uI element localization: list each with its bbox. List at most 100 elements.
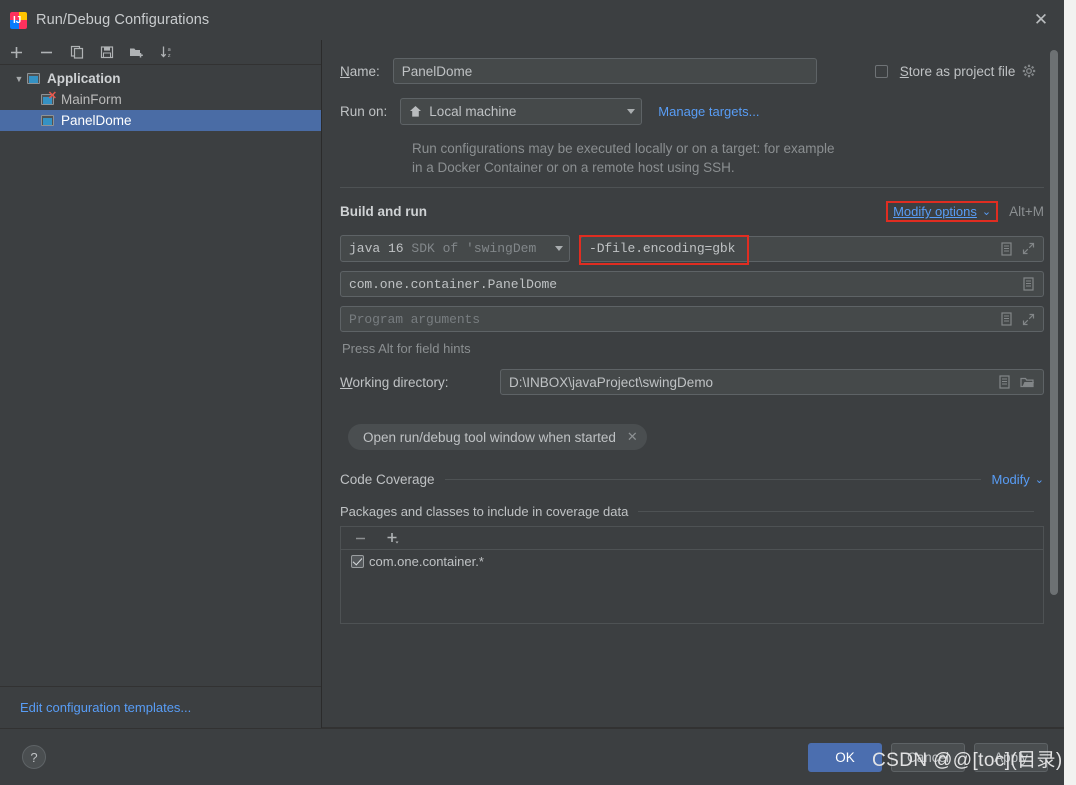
- divider: [444, 479, 982, 480]
- vm-options-value: -Dfile.encoding=gbk: [589, 241, 736, 256]
- error-x-icon: ✕: [47, 89, 57, 102]
- tree-node-label: Application: [47, 71, 121, 86]
- document-list-icon[interactable]: [998, 375, 1011, 389]
- chevron-down-icon[interactable]: [555, 246, 563, 251]
- configuration-form: Name: PanelDome Store as project file Ru…: [322, 40, 1064, 727]
- folder-add-icon[interactable]: [128, 44, 145, 61]
- configurations-tree: ▼ Application ✕ MainForm PanelDome: [0, 65, 321, 686]
- store-as-project-file-row[interactable]: Store as project file: [874, 63, 1037, 79]
- main-class-value: com.one.container.PanelDome: [349, 276, 557, 292]
- cancel-button[interactable]: Cancel: [891, 742, 965, 772]
- tree-node-paneldome[interactable]: PanelDome: [0, 110, 321, 131]
- edit-configuration-templates-link[interactable]: Edit configuration templates...: [20, 700, 191, 715]
- working-directory-row: Working directory: D:\INBOX\javaProject\…: [340, 369, 1044, 395]
- program-arguments-input[interactable]: Program arguments: [340, 306, 1044, 332]
- tree-node-label: MainForm: [61, 92, 122, 107]
- working-directory-label: Working directory:: [340, 374, 449, 390]
- manage-targets-link[interactable]: Manage targets...: [658, 104, 759, 119]
- desktop-background: [1064, 0, 1076, 785]
- divider: [638, 511, 1034, 512]
- field-hints-text: Press Alt for field hints: [342, 341, 471, 356]
- coverage-package-checkbox[interactable]: [351, 555, 364, 568]
- name-label: Name:: [340, 63, 380, 79]
- configurations-sidebar: a z ▼ Application ✕ MainForm PanelDome E…: [0, 40, 322, 728]
- apply-button[interactable]: Apply: [974, 742, 1048, 772]
- main-class-row: com.one.container.PanelDome: [340, 271, 1044, 297]
- chevron-down-icon[interactable]: ▼: [12, 74, 26, 84]
- dialog-title: Run/Debug Configurations: [36, 12, 210, 28]
- coverage-packages-listbox: com.one.container.*: [340, 526, 1044, 624]
- store-as-project-file-label: Store as project file: [899, 63, 1016, 79]
- document-list-icon[interactable]: [1000, 241, 1013, 256]
- chevron-down-icon[interactable]: ⌄: [1035, 473, 1044, 486]
- run-on-row: Run on: Local machine Manage targets...: [340, 98, 1044, 125]
- options-chips: Open run/debug tool window when started …: [340, 404, 1044, 472]
- build-and-run-title: Build and run: [340, 204, 427, 219]
- target-hint-text: Run configurations may be executed local…: [412, 141, 835, 175]
- document-list-icon[interactable]: [1000, 312, 1013, 326]
- intellij-idea-icon: IJ: [10, 11, 27, 29]
- copy-icon[interactable]: [68, 44, 85, 61]
- expand-icon[interactable]: [1022, 242, 1035, 255]
- working-directory-input[interactable]: D:\INBOX\javaProject\swingDemo: [500, 369, 1044, 395]
- application-error-icon: ✕: [40, 89, 57, 107]
- jdk-suffix: SDK of 'swingDem: [411, 241, 537, 256]
- tree-node-mainform[interactable]: ✕ MainForm: [0, 89, 321, 110]
- close-icon[interactable]: ✕: [1018, 0, 1064, 40]
- modify-options-link[interactable]: Modify options: [893, 204, 977, 219]
- save-icon[interactable]: [98, 44, 115, 61]
- dialog-body: a z ▼ Application ✕ MainForm PanelDome E…: [0, 40, 1064, 728]
- chip-label: Open run/debug tool window when started: [363, 429, 616, 445]
- jdk-value: java 16: [349, 241, 404, 256]
- modify-options-highlight: Modify options ⌄: [886, 201, 999, 222]
- tree-node-label: PanelDome: [61, 113, 132, 128]
- coverage-packages-subheader: Packages and classes to include in cover…: [340, 504, 1044, 519]
- plus-icon[interactable]: [8, 44, 25, 61]
- modify-options-shortcut: Alt+M: [1009, 204, 1044, 219]
- vm-options-input[interactable]: -Dfile.encoding=gbk: [579, 234, 1044, 265]
- build-and-run-header: Build and run Modify options ⌄ Alt+M: [340, 201, 1044, 222]
- coverage-list-toolbar: [341, 527, 1043, 550]
- jdk-and-vm-options-row: java 16 SDK of 'swingDem -Dfile.encoding…: [340, 234, 1044, 265]
- divider: [340, 187, 1044, 188]
- jdk-combobox[interactable]: java 16 SDK of 'swingDem: [340, 235, 570, 262]
- main-class-input[interactable]: com.one.container.PanelDome: [340, 271, 1044, 297]
- close-icon[interactable]: ✕: [627, 429, 638, 445]
- application-icon: [26, 72, 42, 86]
- help-button[interactable]: ?: [22, 745, 46, 769]
- run-on-value: Local machine: [429, 104, 517, 119]
- minus-icon[interactable]: [38, 44, 55, 61]
- code-coverage-header: Code Coverage Modify ⌄: [340, 472, 1044, 487]
- working-directory-value: D:\INBOX\javaProject\swingDemo: [509, 374, 714, 390]
- chevron-down-icon[interactable]: [627, 109, 636, 114]
- code-coverage-title: Code Coverage: [340, 472, 435, 487]
- form-scrollbar[interactable]: [1050, 50, 1058, 595]
- name-input[interactable]: PanelDome: [392, 58, 817, 84]
- dialog-buttons: OK Cancel Apply: [808, 742, 1048, 772]
- sort-alpha-icon[interactable]: a z: [158, 44, 175, 61]
- run-on-label: Run on:: [340, 104, 388, 119]
- store-as-project-file-checkbox[interactable]: [874, 64, 888, 78]
- run-on-combobox[interactable]: Local machine: [400, 98, 643, 125]
- folder-open-icon[interactable]: [1020, 376, 1035, 389]
- coverage-packages-label: Packages and classes to include in cover…: [340, 504, 629, 519]
- list-item[interactable]: com.one.container.*: [341, 550, 1043, 569]
- minus-icon[interactable]: [352, 530, 369, 547]
- chevron-down-icon[interactable]: ⌄: [982, 205, 991, 218]
- document-list-icon[interactable]: [1022, 277, 1035, 291]
- dialog-footer: ? OK Cancel Apply: [0, 728, 1064, 785]
- ok-button[interactable]: OK: [808, 742, 882, 772]
- open-run-debug-tool-window-chip[interactable]: Open run/debug tool window when started …: [348, 424, 647, 450]
- application-icon: [40, 114, 56, 128]
- plus-dropdown-icon[interactable]: [385, 530, 402, 547]
- run-debug-configurations-dialog: IJ Run/Debug Configurations ✕ a z ▼ Appl…: [0, 0, 1064, 785]
- coverage-package-label: com.one.container.*: [369, 554, 484, 569]
- gear-icon[interactable]: [1022, 64, 1036, 78]
- code-coverage-modify-link[interactable]: Modify: [991, 472, 1029, 487]
- expand-icon[interactable]: [1022, 313, 1035, 326]
- home-icon: [409, 105, 422, 118]
- program-arguments-row: Program arguments: [340, 306, 1044, 332]
- sidebar-footer: Edit configuration templates...: [0, 686, 321, 728]
- tree-node-application[interactable]: ▼ Application: [0, 68, 321, 89]
- name-input-value: PanelDome: [401, 63, 473, 79]
